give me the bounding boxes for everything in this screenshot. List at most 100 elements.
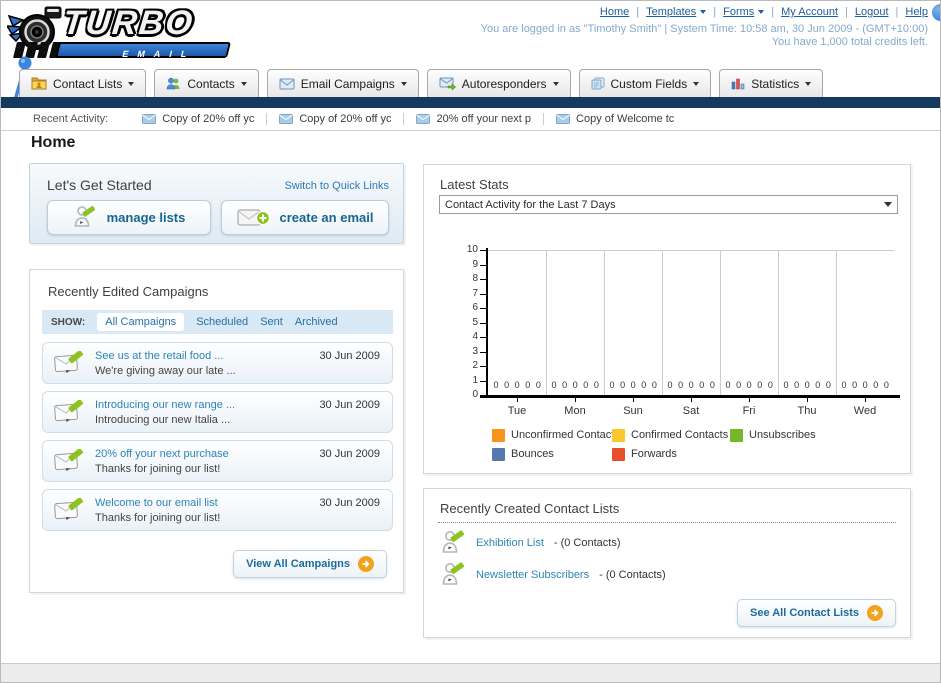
filter-scheduled[interactable]: Scheduled — [196, 316, 248, 328]
y-axis-label: 8 — [472, 273, 478, 284]
campaign-row[interactable]: See us at the retail food ... We're givi… — [42, 342, 393, 384]
filter-sent[interactable]: Sent — [260, 316, 283, 328]
recent-activity-label: Recent Activity: — [33, 113, 109, 125]
contact-lists-icon — [31, 77, 47, 90]
tab-statistics[interactable]: Statistics — [719, 69, 824, 97]
tab-custom-fields[interactable]: Custom Fields — [578, 69, 712, 97]
logo-subtitle: EMAIL — [121, 49, 197, 59]
chevron-down-icon — [240, 81, 247, 86]
view-all-campaigns-button[interactable]: View All Campaigns — [233, 550, 387, 578]
arrow-circle-icon — [358, 556, 374, 572]
bar-value-label: 0 — [593, 380, 599, 390]
campaign-subtitle: Thanks for joining our list! — [95, 463, 221, 475]
x-axis-line — [480, 395, 900, 398]
filter-all-campaigns[interactable]: All Campaigns — [97, 313, 185, 331]
contact-list-link[interactable]: Exhibition List — [476, 537, 544, 549]
recent-activity-bar: Recent Activity: Copy of 20% off yc Copy… — [1, 108, 940, 131]
tab-contact-lists[interactable]: Contact Lists — [19, 69, 147, 97]
legend-label: Bounces — [511, 448, 554, 460]
y-axis-tick — [480, 380, 486, 382]
campaign-title-link[interactable]: See us at the retail food ... — [95, 350, 223, 362]
tab-autoresponders[interactable]: Autoresponders — [426, 69, 571, 97]
campaign-title-link[interactable]: Introducing our new range ... — [95, 399, 235, 411]
campaign-row[interactable]: Introducing our new range ... Introducin… — [42, 391, 393, 433]
y-axis-label: 2 — [472, 360, 478, 371]
bar-value-label: 0 — [783, 380, 789, 390]
link-help[interactable]: Help — [905, 6, 928, 18]
tab-email-campaigns[interactable]: Email Campaigns — [266, 69, 419, 97]
recent-activity-item[interactable]: Copy of 20% off yc — [130, 113, 268, 125]
contact-list-item[interactable]: Newsletter Subscribers - (0 Contacts) — [442, 561, 666, 588]
x-axis-tick — [691, 398, 692, 402]
dotted-divider — [438, 522, 896, 523]
bar-value-label: 0 — [535, 380, 541, 390]
legend-swatch — [612, 448, 625, 461]
contact-lists-panel: Recently Created Contact Lists Exhibitio… — [423, 488, 911, 638]
bar-value-label: 0 — [493, 380, 499, 390]
bar-value-label: 0 — [678, 380, 684, 390]
turbo-email-dashboard: TURBO EMAIL Home | Templates | Forms | My A… — [0, 0, 941, 683]
see-all-contact-lists-button[interactable]: See All Contact Lists — [736, 599, 896, 627]
link-forms[interactable]: Forms — [723, 6, 765, 18]
campaign-envelope-icon — [54, 351, 84, 373]
chart-gridline — [662, 250, 663, 395]
switch-quick-links[interactable]: Switch to Quick Links — [284, 180, 389, 192]
bar-value-label: 0 — [641, 380, 647, 390]
x-axis-label: Tue — [507, 405, 527, 417]
tab-contacts[interactable]: Contacts — [154, 69, 259, 97]
recent-activity-item[interactable]: Copy of 20% off yc — [267, 113, 405, 125]
contact-list-link[interactable]: Newsletter Subscribers — [476, 569, 589, 581]
bar-value-label: 0 — [667, 380, 673, 390]
create-email-button[interactable]: create an email — [221, 200, 389, 235]
link-home[interactable]: Home — [600, 6, 629, 18]
logo-email-bar: EMAIL — [55, 42, 231, 59]
recent-activity-item[interactable]: 20% off your next p — [404, 113, 545, 125]
bar-value-label: 0 — [767, 380, 773, 390]
person-pencil-icon — [442, 562, 465, 585]
turbo-email-logo: TURBO EMAIL — [7, 4, 247, 62]
x-axis-tick — [749, 398, 750, 402]
bar-value-label: 0 — [620, 380, 626, 390]
y-axis-line — [486, 248, 488, 395]
y-axis-tick — [480, 366, 486, 367]
y-axis-tick — [480, 337, 486, 338]
x-axis-label: Sun — [623, 405, 643, 417]
campaign-row[interactable]: 20% off your next purchase Thanks for jo… — [42, 440, 393, 482]
page-title: Home — [31, 134, 76, 151]
link-logout[interactable]: Logout — [855, 6, 889, 18]
contact-list-item[interactable]: Exhibition List - (0 Contacts) — [442, 529, 621, 556]
chevron-down-icon — [758, 10, 765, 14]
y-axis-tick — [480, 279, 486, 280]
custom-fields-icon — [591, 77, 605, 90]
link-templates[interactable]: Templates — [646, 6, 707, 18]
campaign-row[interactable]: Welcome to our email list Thanks for joi… — [42, 489, 393, 531]
campaign-date: 30 Jun 2009 — [319, 497, 380, 509]
y-axis-tick — [480, 322, 486, 324]
filter-archived[interactable]: Archived — [295, 316, 338, 328]
bar-value-label: 0 — [504, 380, 510, 390]
y-axis-tick — [480, 395, 486, 396]
bar-value-label: 0 — [725, 380, 731, 390]
link-my-account[interactable]: My Account — [781, 6, 838, 18]
envelope-icon — [142, 114, 157, 124]
manage-lists-button[interactable]: manage lists — [47, 200, 211, 235]
bar-value-label: 0 — [815, 380, 821, 390]
chart-gridline — [720, 250, 721, 395]
campaign-date: 30 Jun 2009 — [319, 350, 380, 362]
chevron-down-icon — [700, 10, 707, 14]
chart-gridline — [778, 250, 779, 395]
y-axis-label: 1 — [472, 374, 478, 386]
chart-gridline — [604, 250, 605, 395]
campaign-title-link[interactable]: Welcome to our email list — [95, 497, 218, 509]
campaigns-title: Recently Edited Campaigns — [48, 284, 209, 299]
campaign-filter-bar: SHOW: All Campaigns Scheduled Sent Archi… — [42, 310, 393, 334]
chevron-down-icon — [805, 81, 812, 86]
chevron-down-icon — [552, 81, 559, 86]
arrow-circle-icon — [867, 605, 883, 621]
bar-value-label: 0 — [852, 380, 858, 390]
campaign-title-link[interactable]: 20% off your next purchase — [95, 448, 229, 460]
recent-activity-item[interactable]: Copy of Welcome tc — [544, 113, 686, 125]
campaign-envelope-icon — [54, 498, 84, 520]
footer-strip — [1, 664, 940, 682]
x-axis-label: Thu — [797, 405, 817, 417]
